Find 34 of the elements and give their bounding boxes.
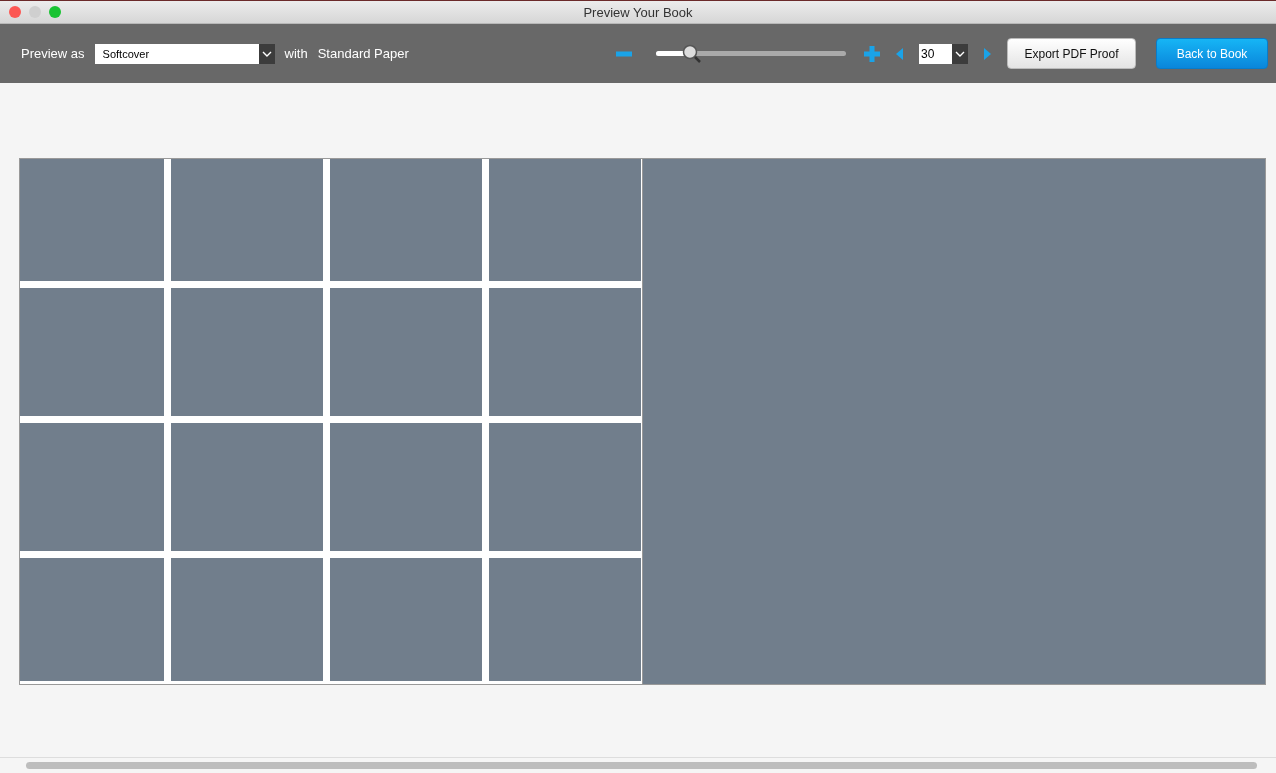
previous-page-icon[interactable]	[896, 47, 903, 60]
photo-placeholder[interactable]	[20, 288, 164, 416]
zoom-button[interactable]	[49, 6, 61, 18]
preview-label: Preview as	[21, 46, 85, 61]
photo-placeholder[interactable]	[330, 423, 482, 551]
photo-placeholder[interactable]	[330, 558, 482, 681]
zoom-in-icon[interactable]	[864, 45, 880, 62]
photo-placeholder[interactable]	[330, 288, 482, 416]
window-title: Preview Your Book	[583, 4, 693, 20]
close-button[interactable]	[9, 6, 21, 18]
cover-select[interactable]: Softcover	[94, 43, 275, 64]
with-label: with	[284, 46, 308, 61]
photo-placeholder[interactable]	[171, 423, 323, 551]
caret-icon	[258, 43, 275, 64]
photo-placeholder[interactable]	[171, 288, 323, 416]
photo-placeholder[interactable]	[171, 159, 323, 281]
photo-placeholder[interactable]	[489, 288, 641, 416]
page-select[interactable]: 30	[919, 43, 968, 64]
caret-icon	[952, 43, 968, 64]
photo-placeholder[interactable]	[489, 423, 641, 551]
photo-placeholder[interactable]	[20, 423, 164, 551]
slider-thumb[interactable]	[682, 43, 702, 64]
paper-label: Standard Paper	[317, 46, 409, 61]
minimize-button[interactable]	[29, 6, 41, 18]
photo-placeholder[interactable]	[20, 558, 164, 681]
photo-placeholder[interactable]	[330, 159, 482, 281]
next-page-icon[interactable]	[984, 47, 991, 60]
photo-placeholder[interactable]	[489, 558, 641, 681]
scrollbar[interactable]	[26, 762, 1257, 769]
photo-placeholder[interactable]	[489, 159, 641, 281]
photo-placeholder[interactable]	[20, 159, 164, 281]
photo-placeholder[interactable]	[171, 558, 323, 681]
zoom-out-icon[interactable]	[616, 50, 632, 57]
export-pdf-button[interactable]: Export PDF Proof	[1007, 38, 1136, 69]
